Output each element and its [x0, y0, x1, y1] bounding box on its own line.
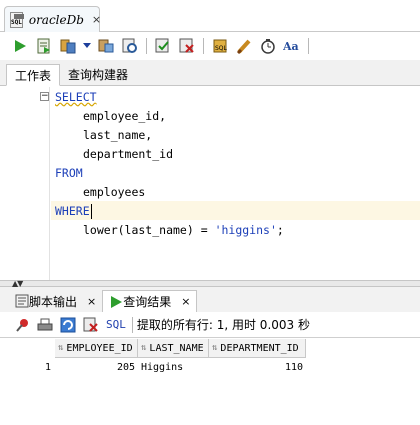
sql-editor[interactable]: − SELECT employee_id, last_name, departm…: [0, 87, 420, 280]
worksheet-subtabs: 工作表 查询构建器: [0, 60, 420, 86]
toolbar-separator: [308, 38, 309, 54]
svg-text:SQL: SQL: [215, 45, 228, 52]
code-line: department_id: [55, 145, 284, 164]
sort-icon: ⇅: [141, 343, 147, 353]
run-statement-icon[interactable]: [10, 37, 30, 55]
script-output-icon: [15, 294, 29, 308]
close-icon[interactable]: ×: [181, 295, 190, 308]
code-line: employees: [55, 183, 284, 202]
keyword-select: SELECT: [55, 90, 97, 104]
document-tab-title: oracleDb: [28, 12, 84, 27]
document-tab[interactable]: SQL oracleDb ×: [4, 6, 101, 32]
tab-label: 查询结果: [123, 295, 172, 309]
worksheet-toolbar: SQL Aa: [0, 33, 420, 59]
keyword-from: FROM: [55, 166, 83, 180]
code-text: ;: [276, 223, 284, 237]
sql-tuning-icon[interactable]: [120, 37, 140, 55]
code-line: last_name,: [55, 126, 284, 145]
explain-plan-icon[interactable]: [96, 37, 116, 55]
cell-employee-id[interactable]: 205: [55, 358, 138, 377]
row-number-header: [10, 339, 55, 358]
grid-header-row: ⇅ EMPLOYEE_ID ⇅ LAST_NAME ⇅ DEPARTMENT_ID: [10, 339, 306, 358]
toolbar-separator: [131, 316, 133, 333]
sort-icon: ⇅: [212, 343, 218, 353]
code-text: department_id: [83, 147, 174, 161]
tab-script-output[interactable]: 脚本输出 ×: [9, 290, 102, 312]
output-tabs: 脚本输出 × 查询结果 ×: [0, 287, 420, 312]
format-icon[interactable]: Aa: [282, 37, 302, 55]
document-tab-bar: SQL oracleDb ×: [0, 0, 420, 32]
code-line: WHERE: [55, 202, 284, 221]
string-literal: 'higgins': [214, 223, 277, 237]
pin-icon[interactable]: [12, 316, 32, 334]
print-icon[interactable]: [35, 316, 55, 334]
editor-gutter: [0, 87, 50, 280]
sort-icon: ⇅: [58, 343, 64, 353]
toolbar-separator: [203, 38, 204, 54]
autotrace-icon[interactable]: [58, 37, 78, 55]
toolbar-separator: [146, 38, 147, 54]
code-line: lower(last_name) = 'higgins';: [55, 221, 284, 240]
code-line: SELECT: [55, 88, 284, 107]
history-icon[interactable]: [258, 37, 278, 55]
keyword-where: WHERE: [55, 204, 90, 218]
close-icon[interactable]: ×: [87, 295, 96, 308]
unshared-sql-icon[interactable]: SQL: [210, 37, 230, 55]
run-script-icon[interactable]: [34, 37, 54, 55]
column-header-label: LAST_NAME: [149, 342, 204, 354]
tab-worksheet[interactable]: 工作表: [6, 64, 61, 86]
tab-query-builder[interactable]: 查询构建器: [60, 63, 136, 85]
refresh-icon[interactable]: [58, 316, 78, 334]
tab-query-result[interactable]: 查询结果 ×: [102, 290, 198, 312]
column-header[interactable]: ⇅ DEPARTMENT_ID: [209, 339, 306, 358]
code-line: FROM: [55, 164, 284, 183]
commit-icon[interactable]: [153, 37, 173, 55]
column-header[interactable]: ⇅ LAST_NAME: [138, 339, 209, 358]
code-text: lower(last_name) =: [83, 223, 215, 237]
column-header[interactable]: ⇅ EMPLOYEE_ID: [55, 339, 138, 358]
collapse-icon[interactable]: −: [40, 92, 49, 101]
code-text: last_name,: [83, 128, 153, 142]
rollback-icon[interactable]: [177, 37, 197, 55]
results-toolbar: SQL 提取的所有行: 1, 用时 0.003 秒: [0, 312, 420, 338]
pane-splitter[interactable]: ▲▼: [0, 279, 420, 288]
cell-last-name[interactable]: Higgins: [138, 358, 209, 377]
close-icon[interactable]: ×: [92, 13, 101, 26]
code-text: employee_id,: [83, 109, 167, 123]
column-header-label: EMPLOYEE_ID: [66, 342, 133, 354]
cell-department-id[interactable]: 110: [209, 358, 306, 377]
run-icon: [111, 295, 123, 308]
text-cursor: [90, 204, 92, 219]
dropdown-icon[interactable]: [82, 37, 92, 55]
tab-label: 脚本输出: [29, 294, 78, 309]
cancel-query-icon[interactable]: [81, 316, 101, 334]
row-number: 1: [44, 362, 51, 373]
column-header-label: DEPARTMENT_ID: [220, 342, 299, 354]
editor-lines: SELECT employee_id, last_name, departmen…: [55, 88, 284, 240]
results-grid: ⇅ EMPLOYEE_ID ⇅ LAST_NAME ⇅ DEPARTMENT_ID 1…: [10, 339, 306, 377]
sql-file-icon: SQL: [10, 11, 24, 28]
clear-icon[interactable]: [234, 37, 254, 55]
code-line: employee_id,: [55, 107, 284, 126]
fetch-status: 提取的所有行: 1, 用时 0.003 秒: [136, 318, 310, 332]
table-row[interactable]: 1 205 Higgins 110: [10, 358, 306, 377]
sql-link[interactable]: SQL: [106, 318, 126, 331]
svg-text:Aa: Aa: [283, 40, 299, 53]
code-text: employees: [83, 185, 146, 199]
